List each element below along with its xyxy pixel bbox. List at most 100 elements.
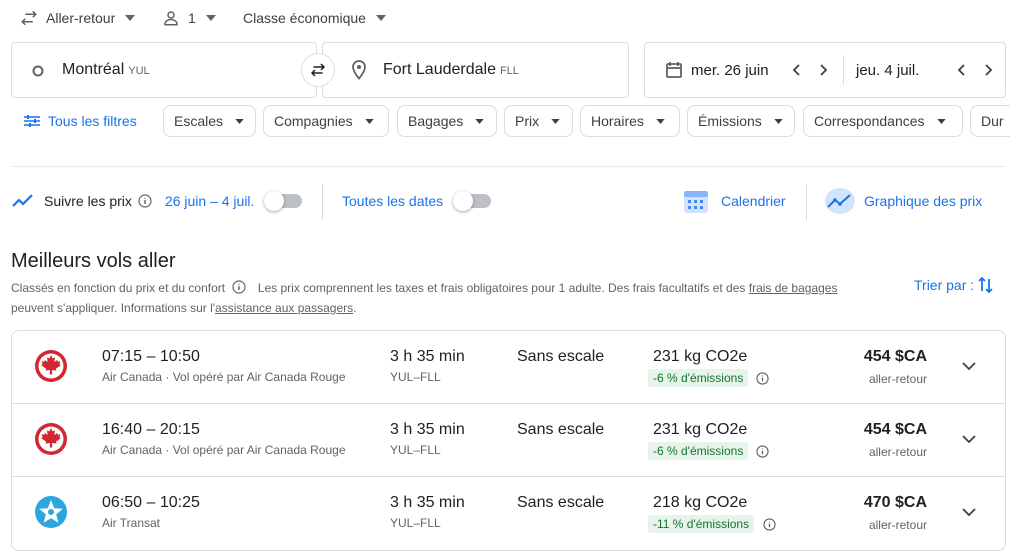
all-filters-button[interactable]: Tous les filtres bbox=[24, 110, 137, 132]
chevron-left-icon bbox=[957, 64, 965, 76]
caret-down-icon bbox=[125, 15, 136, 21]
flight-times: 16:40 – 20:15 bbox=[102, 421, 200, 438]
flight-times: 07:15 – 10:50 bbox=[102, 348, 200, 365]
info-icon[interactable] bbox=[138, 194, 152, 208]
cabin-class-label: Classe économique bbox=[243, 10, 366, 26]
flight-price: 454 $CA bbox=[863, 348, 927, 365]
caret-down-icon bbox=[205, 15, 216, 21]
caret-down-icon bbox=[774, 118, 783, 124]
price-graph-icon bbox=[825, 188, 855, 214]
return-next-button[interactable] bbox=[978, 59, 1000, 81]
price-graph-button[interactable]: Graphique des prix bbox=[824, 188, 982, 214]
flight-result-row[interactable]: 06:50 – 10:25 Air Transat 3 h 35 min YUL… bbox=[12, 477, 1005, 550]
depart-next-button[interactable] bbox=[813, 59, 835, 81]
chevron-left-icon bbox=[792, 64, 800, 76]
chip-label: Horaires bbox=[591, 113, 644, 129]
filter-sliders-icon bbox=[24, 115, 40, 127]
all-dates-label: Toutes les dates bbox=[342, 193, 444, 209]
swap-button[interactable] bbox=[301, 53, 335, 87]
return-date[interactable]: jeu. 4 juil. bbox=[856, 62, 919, 79]
info-icon[interactable] bbox=[232, 280, 247, 294]
flight-route: YUL–FLL bbox=[390, 370, 441, 384]
vertical-divider bbox=[322, 184, 323, 220]
price-trip-type: aller-retour bbox=[868, 372, 927, 386]
return-prev-button[interactable] bbox=[950, 59, 972, 81]
person-icon bbox=[164, 11, 178, 26]
caret-down-icon bbox=[375, 15, 386, 21]
flight-results-list: 07:15 – 10:50 Air Canada · Vol opéré par… bbox=[11, 330, 1006, 551]
flight-stops: Sans escale bbox=[517, 421, 605, 438]
caret-down-icon bbox=[551, 118, 560, 124]
caret-down-icon bbox=[936, 118, 946, 124]
filter-chip-prix[interactable]: Prix bbox=[504, 105, 573, 137]
destination-field[interactable]: Fort Lauderdale FLL bbox=[322, 42, 629, 98]
trip-type-select[interactable]: Aller-retour bbox=[20, 8, 136, 28]
flight-route: YUL–FLL bbox=[390, 443, 441, 457]
cabin-class-select[interactable]: Classe économique bbox=[243, 8, 386, 28]
destination-city: Fort Lauderdale bbox=[383, 61, 496, 78]
chip-label: Dur bbox=[981, 113, 1004, 129]
chip-label: Émissions bbox=[698, 113, 762, 129]
origin-circle-icon bbox=[32, 65, 44, 77]
caret-down-icon bbox=[235, 118, 244, 124]
vertical-divider bbox=[806, 184, 807, 220]
passenger-assistance-link[interactable]: assistance aux passagers bbox=[215, 301, 353, 315]
filter-chip-escales[interactable]: Escales bbox=[163, 105, 256, 137]
chevron-right-icon bbox=[985, 64, 993, 76]
info-icon[interactable] bbox=[756, 372, 769, 385]
note-text: . bbox=[353, 301, 357, 315]
info-icon[interactable] bbox=[756, 445, 769, 458]
flight-stops: Sans escale bbox=[517, 348, 605, 365]
price-trip-type: aller-retour bbox=[868, 518, 927, 532]
airline-name: Air Canada · Vol opéré par Air Canada Ro… bbox=[102, 370, 346, 384]
track-prices-toggle[interactable] bbox=[264, 191, 303, 211]
results-note: Classés en fonction du prix et du confor… bbox=[11, 278, 891, 318]
track-prices-label: Suivre les prix bbox=[44, 193, 132, 209]
calendar-icon bbox=[666, 62, 682, 78]
flight-duration: 3 h 35 min bbox=[390, 348, 465, 365]
results-heading: Meilleurs vols aller bbox=[11, 250, 176, 272]
sort-arrows-icon bbox=[978, 276, 993, 294]
air-canada-logo-icon bbox=[35, 350, 67, 382]
origin-code: YUL bbox=[128, 65, 150, 77]
flight-price: 454 $CA bbox=[863, 421, 927, 438]
depart-prev-button[interactable] bbox=[785, 59, 807, 81]
expand-button[interactable] bbox=[959, 429, 979, 449]
expand-button[interactable] bbox=[959, 502, 979, 522]
emissions-badge: -6 % d'émissions bbox=[648, 369, 749, 387]
origin-field[interactable]: Montréal YUL bbox=[11, 42, 317, 98]
filter-chip-correspondances[interactable]: Correspondances bbox=[803, 105, 963, 137]
filter-chip-compagnies[interactable]: Compagnies bbox=[263, 105, 389, 137]
flight-duration: 3 h 35 min bbox=[390, 494, 465, 511]
all-dates-toggle[interactable] bbox=[453, 191, 492, 211]
expand-button[interactable] bbox=[959, 356, 979, 376]
location-pin-icon bbox=[352, 60, 366, 80]
filter-chip-emissions[interactable]: Émissions bbox=[687, 105, 795, 137]
flight-result-row[interactable]: 07:15 – 10:50 Air Canada · Vol opéré par… bbox=[12, 331, 1005, 404]
passengers-select[interactable]: 1 bbox=[162, 8, 216, 28]
sort-button[interactable]: Trier par : bbox=[914, 276, 994, 294]
trip-type-label: Aller-retour bbox=[46, 10, 116, 26]
calendar-label: Calendrier bbox=[721, 193, 786, 209]
flight-times: 06:50 – 10:25 bbox=[102, 494, 200, 511]
all-dates-row: Toutes les dates bbox=[342, 188, 492, 214]
flight-stops: Sans escale bbox=[517, 494, 605, 511]
sort-label: Trier par : bbox=[914, 277, 975, 293]
destination-code: FLL bbox=[499, 65, 519, 77]
filter-chip-horaires[interactable]: Horaires bbox=[580, 105, 680, 137]
baggage-fees-link[interactable]: frais de bagages bbox=[749, 281, 838, 295]
info-icon[interactable] bbox=[763, 518, 776, 531]
filter-chip-bagages[interactable]: Bagages bbox=[397, 105, 497, 137]
airline-name: Air Canada · Vol opéré par Air Canada Ro… bbox=[102, 443, 346, 457]
flight-result-row[interactable]: 16:40 – 20:15 Air Canada · Vol opéré par… bbox=[12, 404, 1005, 477]
note-text: peuvent s'appliquer. Informations sur l' bbox=[11, 301, 216, 315]
airline-name: Air Transat bbox=[102, 516, 161, 530]
filter-chip-duree[interactable]: Dur bbox=[970, 105, 1010, 137]
caret-down-icon bbox=[656, 118, 665, 124]
date-range-field[interactable]: mer. 26 juin jeu. 4 juil. bbox=[644, 42, 1006, 98]
all-filters-label: Tous les filtres bbox=[48, 113, 137, 129]
air-transat-logo-icon bbox=[35, 496, 67, 528]
origin-city: Montréal bbox=[62, 61, 125, 78]
depart-date[interactable]: mer. 26 juin bbox=[691, 62, 769, 79]
calendar-button[interactable]: Calendrier bbox=[683, 188, 786, 214]
